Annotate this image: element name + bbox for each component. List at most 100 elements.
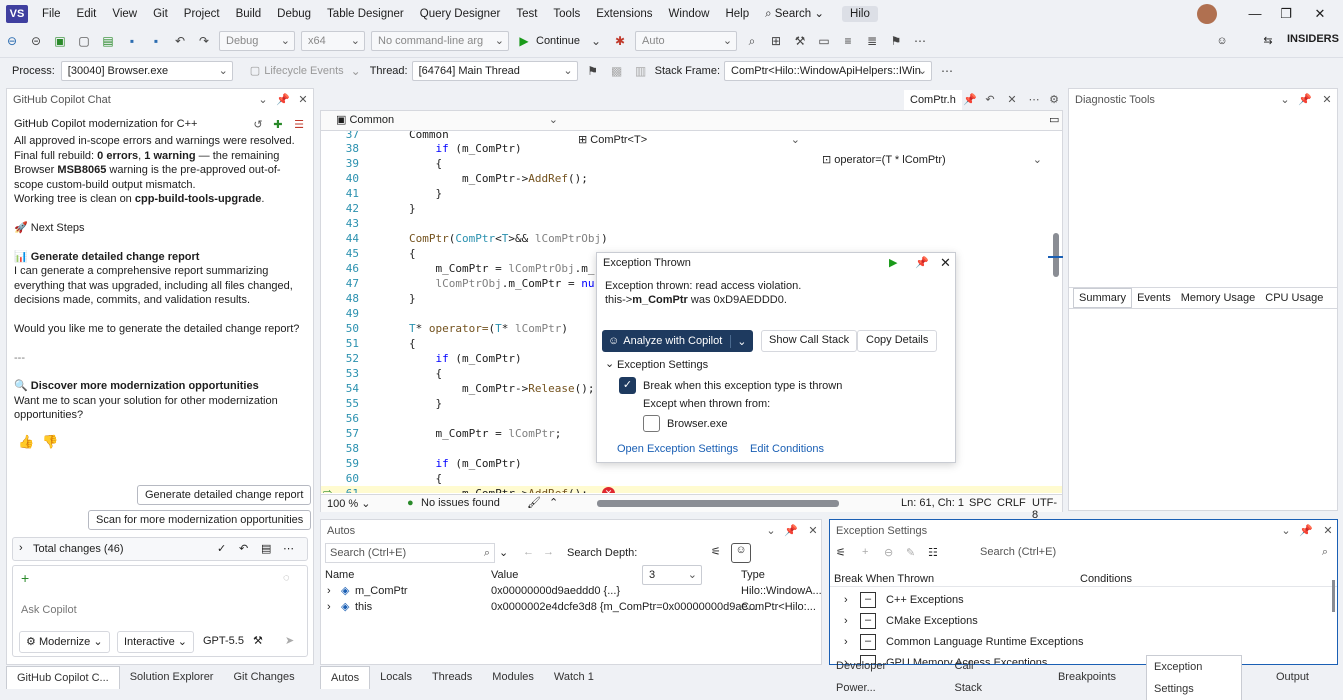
horizontal-scrollbar[interactable]: [597, 500, 839, 507]
tab-solution-explorer[interactable]: Solution Explorer: [120, 666, 224, 688]
close-icon[interactable]: ✕: [940, 255, 951, 271]
view-changes-icon[interactable]: ▤: [261, 542, 271, 555]
filter-icon[interactable]: ⚟: [711, 545, 721, 558]
mode-dropdown[interactable]: ⚙ Modernize ⌄: [19, 631, 110, 653]
chevron-down-icon[interactable]: ⌄: [605, 357, 614, 370]
comment-icon[interactable]: ▭: [814, 31, 834, 51]
panel-dropdown-icon[interactable]: ⌄: [763, 523, 779, 539]
panel-dropdown-icon[interactable]: ⌄: [1277, 92, 1293, 108]
indeterminate-checkbox[interactable]: –: [860, 634, 876, 650]
pin-icon[interactable]: 📌: [1298, 523, 1314, 539]
new-thread-icon[interactable]: ✚: [270, 117, 286, 133]
tools-icon[interactable]: ⚒: [253, 634, 263, 647]
process-dropdown[interactable]: [30040] Browser.exe ⌄: [60, 60, 233, 81]
show-call-stack-button[interactable]: Show Call Stack: [761, 330, 858, 352]
close-icon[interactable]: ✕: [1320, 523, 1336, 539]
continue-icon[interactable]: ▶: [889, 256, 897, 269]
expand-icon[interactable]: ›: [844, 634, 848, 650]
more-icon[interactable]: ⋯: [910, 31, 930, 51]
break-checkbox[interactable]: ✓: [619, 377, 636, 394]
tab-memory-usage[interactable]: Memory Usage: [1176, 292, 1261, 304]
show-threads-icon[interactable]: ▩: [607, 61, 627, 81]
save-icon[interactable]: ▪: [122, 31, 142, 51]
menu-project[interactable]: Project: [176, 0, 228, 28]
back-icon[interactable]: ⊖: [2, 31, 22, 51]
open-icon[interactable]: ▤: [98, 31, 118, 51]
keep-icon[interactable]: ✓: [217, 542, 226, 555]
menu-table-designer[interactable]: Table Designer: [319, 0, 412, 28]
menu-extensions[interactable]: Extensions: [588, 0, 660, 28]
indeterminate-checkbox[interactable]: –: [860, 592, 876, 608]
continue-dropdown-icon[interactable]: ⌄: [586, 31, 606, 51]
tab-locals[interactable]: Locals: [370, 666, 422, 688]
menu-window[interactable]: Window: [661, 0, 718, 28]
continue-button[interactable]: Continue: [536, 35, 580, 47]
hot-reload-icon[interactable]: ✱: [610, 31, 630, 51]
menu-tools[interactable]: Tools: [545, 0, 588, 28]
table-row[interactable]: › ◈ m_ComPtr 0x00000000d9aeddd0 {...} Hi…: [321, 583, 822, 599]
tab-summary[interactable]: Summary: [1073, 288, 1133, 308]
search-forward-icon[interactable]: →: [543, 546, 554, 558]
restore-icon[interactable]: ❐: [1271, 4, 1301, 24]
save-all-icon[interactable]: ▪: [146, 31, 166, 51]
list-item[interactable]: › – Common Language Runtime Exceptions: [830, 634, 1337, 650]
tab-modules[interactable]: Modules: [482, 666, 544, 688]
search-back-icon[interactable]: ←: [523, 546, 534, 558]
forward-icon[interactable]: ⊝: [26, 31, 46, 51]
tab-autos[interactable]: Autos: [320, 665, 371, 689]
error-icon[interactable]: ✕: [602, 487, 615, 493]
tab-threads[interactable]: Threads: [422, 666, 482, 688]
menu-debug[interactable]: Debug: [269, 0, 319, 28]
menu-view[interactable]: View: [104, 0, 145, 28]
pin-icon[interactable]: 📌: [915, 256, 929, 269]
lifecycle-dropdown-icon[interactable]: ⌄: [346, 61, 366, 81]
whitespace-mode[interactable]: SPC: [969, 497, 992, 509]
search-menu[interactable]: ⌕ Search ⌄: [757, 0, 832, 28]
thread-dropdown[interactable]: [64764] Main Thread ⌄: [411, 60, 578, 81]
model-picker[interactable]: GPT-5.5: [203, 635, 244, 647]
exception-search-input[interactable]: Search (Ctrl+E) ⌕: [976, 543, 1332, 563]
frame-icon[interactable]: ▥: [631, 61, 651, 81]
copilot-icon[interactable]: ☺: [1212, 31, 1232, 51]
pin-icon[interactable]: 📌: [783, 523, 799, 539]
outline-icon[interactable]: ≡: [838, 31, 858, 51]
tools-icon[interactable]: ⚒: [790, 31, 810, 51]
tab-output[interactable]: Output: [1242, 666, 1343, 688]
module-checkbox[interactable]: [643, 415, 660, 432]
new-file-icon[interactable]: ▢: [74, 31, 94, 51]
split-icon[interactable]: ▭: [1049, 113, 1059, 126]
back-nav-icon[interactable]: ↶: [982, 92, 998, 108]
edit-icon[interactable]: ✎: [906, 546, 915, 559]
close-icon[interactable]: ✕: [805, 523, 821, 539]
tab-events[interactable]: Events: [1132, 292, 1176, 304]
filter-icon[interactable]: ⚟: [836, 546, 846, 559]
restore-defaults-icon[interactable]: ☷: [928, 546, 938, 559]
generate-report-button[interactable]: Generate detailed change report: [137, 485, 312, 505]
scan-opportunities-button[interactable]: Scan for more modernization opportunitie…: [88, 510, 312, 530]
more-icon[interactable]: ⋯: [283, 542, 294, 555]
table-row[interactable]: › ◈ this 0x0000002e4dcfe3d8 {m_ComPtr=0x…: [321, 599, 821, 615]
menu-help[interactable]: Help: [717, 0, 757, 28]
close-window-icon[interactable]: ✕: [1305, 4, 1335, 24]
vertical-scrollbar[interactable]: [1053, 233, 1059, 277]
tab-call-stack[interactable]: Call Stack: [925, 655, 1028, 699]
panel-dropdown-icon[interactable]: ⌄: [255, 92, 271, 108]
thumbs-down-icon[interactable]: 👎: [42, 434, 58, 450]
new-project-icon[interactable]: ▣: [50, 31, 70, 51]
expand-icon[interactable]: ›: [844, 613, 848, 629]
scope-dropdown[interactable]: ▣ Common ⌄: [330, 111, 562, 131]
menu-git[interactable]: Git: [145, 0, 176, 28]
pin-icon[interactable]: 📌: [1297, 92, 1313, 108]
open-exception-settings-link[interactable]: Open Exception Settings: [617, 443, 738, 455]
chevron-down-icon[interactable]: ⌄: [730, 334, 752, 348]
chevron-right-icon[interactable]: ›: [19, 542, 23, 554]
undo-icon[interactable]: ↶: [170, 31, 190, 51]
tab-exception-settings[interactable]: Exception Settings: [1146, 654, 1242, 700]
gear-icon[interactable]: ⚙: [1046, 92, 1062, 108]
undo-changes-icon[interactable]: ↶: [239, 542, 248, 555]
continue-icon[interactable]: ▶: [514, 31, 534, 51]
tab-git-changes[interactable]: Git Changes: [223, 666, 304, 688]
close-icon[interactable]: ✕: [1319, 92, 1335, 108]
flag-thread-icon[interactable]: ⚑: [583, 61, 603, 81]
redo-icon[interactable]: ↷: [194, 31, 214, 51]
